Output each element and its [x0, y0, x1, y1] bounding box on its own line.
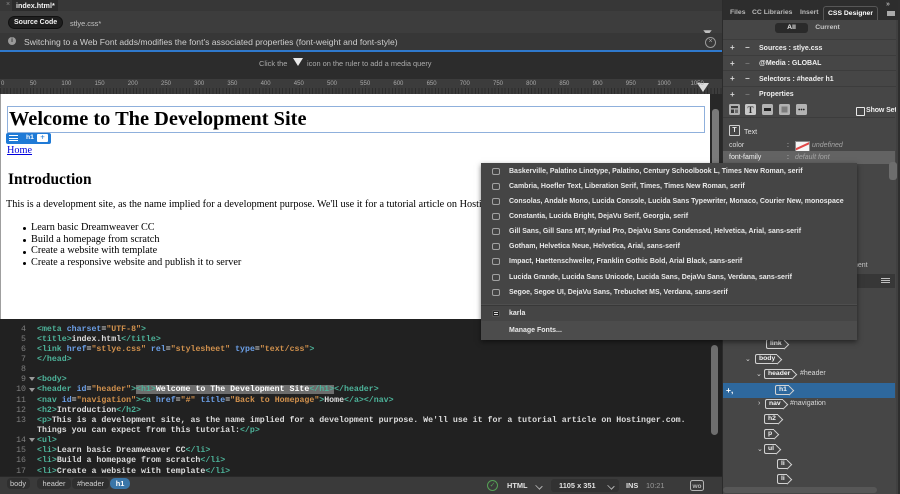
- svg-text:wo: wo: [691, 483, 701, 490]
- svg-text:T: T: [747, 105, 753, 115]
